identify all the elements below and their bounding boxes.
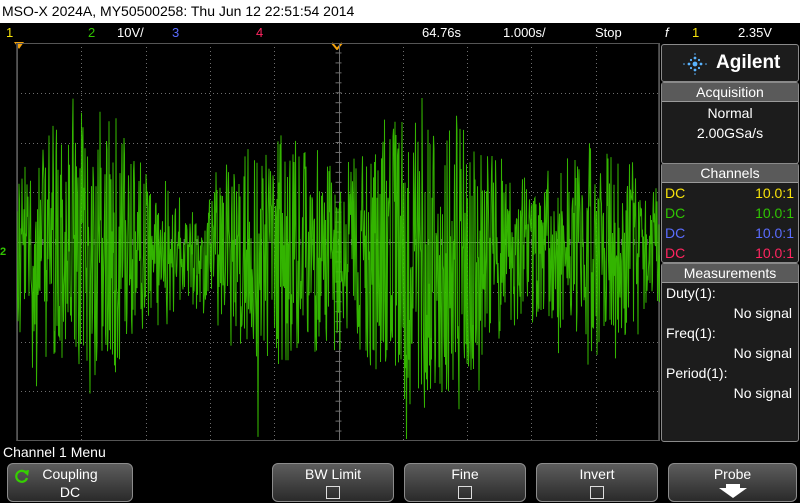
channel-coupling: DC: [665, 245, 686, 261]
measurements-panel[interactable]: Measurements Duty(1): No signal Freq(1): No…: [661, 263, 799, 442]
measurements-header: Measurements: [662, 264, 798, 283]
measurement-value: No signal: [733, 345, 792, 361]
acquisition-header: Acquisition: [662, 83, 798, 102]
brand-name: Agilent: [716, 52, 781, 73]
agilent-logo: Agilent: [661, 44, 799, 82]
time-scale: 1.000s/: [503, 25, 546, 40]
measurement-item: Period(1): No signal: [662, 363, 798, 403]
fine-label: Fine: [451, 466, 479, 482]
probe-label: Probe: [713, 466, 752, 482]
invert-softkey[interactable]: Invert: [536, 463, 658, 502]
bw-limit-checkbox[interactable]: [326, 486, 340, 499]
channel-row-3: DC 10.0:1: [662, 223, 798, 243]
measurement-label: Duty(1):: [666, 285, 716, 301]
channel-4-indicator[interactable]: 4: [256, 23, 263, 42]
channel-3-indicator[interactable]: 3: [172, 23, 179, 42]
rotate-knob-icon: [15, 469, 29, 483]
invert-label: Invert: [579, 466, 615, 482]
channel-coupling: DC: [665, 205, 686, 221]
channel-ground-marker[interactable]: 2: [0, 244, 16, 260]
coupling-value: DC: [59, 484, 81, 500]
agilent-spark-icon: [683, 53, 707, 75]
side-panel: Agilent Acquisition Normal 2.00GSa/s Cha…: [661, 44, 799, 442]
measurement-value: No signal: [733, 305, 792, 321]
channel-probe-ratio: 10.0:1: [755, 225, 794, 241]
bw-limit-label: BW Limit: [305, 466, 361, 482]
window-title: MSO-X 2024A, MY50500258: Thu Jun 12 22:5…: [0, 0, 800, 23]
channels-header: Channels: [662, 164, 798, 183]
graticule: [17, 43, 660, 441]
channel-probe-ratio: 10.0:1: [755, 185, 794, 201]
channel-coupling: DC: [665, 225, 686, 241]
trigger-slope-icon: f: [665, 25, 669, 40]
measurement-label: Period(1):: [666, 365, 728, 381]
channel-2-scale: 10V/: [117, 25, 144, 40]
probe-softkey[interactable]: Probe: [668, 463, 797, 502]
channel-2-indicator[interactable]: 2: [88, 23, 95, 42]
measurement-item: Freq(1): No signal: [662, 323, 798, 363]
channel-row-2: DC 10.0:1: [662, 203, 798, 223]
time-delay: 64.76s: [422, 25, 462, 40]
sample-rate: 2.00GSa/s: [696, 125, 764, 141]
fine-softkey[interactable]: Fine: [404, 463, 526, 502]
invert-checkbox[interactable]: [590, 486, 604, 499]
trigger-level: 2.35V: [738, 25, 772, 40]
channel-row-1: DC 10.0:1: [662, 183, 798, 203]
run-state: Stop: [595, 25, 622, 40]
channel-probe-ratio: 10.0:1: [755, 245, 794, 261]
bw-limit-softkey[interactable]: BW Limit: [272, 463, 394, 502]
coupling-softkey[interactable]: Coupling DC: [7, 463, 133, 502]
channel-row-4: DC 10.0:1: [662, 243, 798, 263]
status-bar: 1 2 10V/ 3 4 64.76s 1.000s/ Stop f 1 2.3…: [0, 23, 800, 42]
menu-title: Channel 1 Menu: [3, 444, 106, 460]
channel-probe-ratio: 10.0:1: [755, 205, 794, 221]
channel-1-indicator[interactable]: 1: [6, 23, 13, 42]
acquisition-mode: Normal: [707, 105, 753, 121]
acquisition-panel[interactable]: Acquisition Normal 2.00GSa/s: [661, 82, 799, 164]
fine-checkbox[interactable]: [458, 486, 472, 499]
waveform-display[interactable]: [16, 43, 660, 441]
measurement-label: Freq(1):: [666, 325, 716, 341]
submenu-arrow-down-icon: [718, 484, 747, 498]
measurement-value: No signal: [733, 385, 792, 401]
trigger-source: 1: [692, 25, 700, 40]
measurement-item: Duty(1): No signal: [662, 283, 798, 323]
channel-2-trace: [17, 97, 660, 440]
channel-coupling: DC: [665, 185, 686, 201]
channels-panel[interactable]: Channels DC 10.0:1 DC 10.0:1 DC 10.0:1 DC 10.0:…: [661, 163, 799, 263]
